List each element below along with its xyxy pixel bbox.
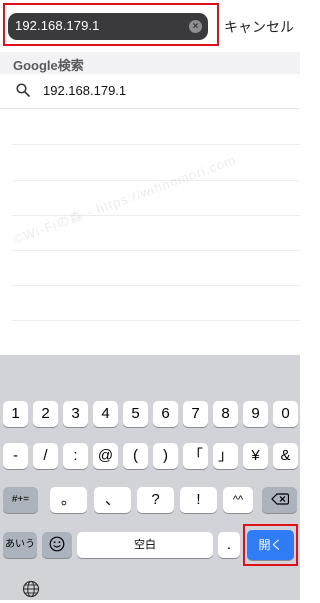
key-5[interactable]: 5 <box>123 401 148 427</box>
key-2[interactable]: 2 <box>33 401 58 427</box>
divider <box>12 250 300 251</box>
key-ampersand[interactable]: & <box>273 443 298 469</box>
kana-keyboard-key[interactable]: あいう <box>3 532 37 558</box>
keyboard <box>0 355 300 600</box>
key-period[interactable]: . <box>218 532 240 558</box>
symbols-shift-key[interactable]: #+= <box>3 487 38 513</box>
key-0[interactable]: 0 <box>273 401 298 427</box>
key-open-bracket[interactable]: 「 <box>183 443 208 469</box>
emoji-key[interactable] <box>42 532 72 558</box>
key-close-paren[interactable]: ) <box>153 443 178 469</box>
key-question[interactable]: ? <box>137 487 174 513</box>
divider <box>12 285 300 286</box>
key-4[interactable]: 4 <box>93 401 118 427</box>
space-key[interactable]: 空白 <box>77 532 213 558</box>
watermark: ©Wi-Fiの森 - https://wifinomori.com <box>11 152 239 247</box>
key-yen[interactable]: ¥ <box>243 443 268 469</box>
key-at[interactable]: @ <box>93 443 118 469</box>
key-ideographic-comma[interactable]: 、 <box>94 487 131 513</box>
divider <box>12 320 300 321</box>
cancel-button[interactable]: キャンセル <box>224 17 294 37</box>
key-6[interactable]: 6 <box>153 401 178 427</box>
key-kaomoji[interactable]: ^^ <box>223 487 253 513</box>
backspace-key[interactable] <box>262 487 297 513</box>
emoji-icon <box>49 536 65 552</box>
backspace-icon <box>270 493 289 505</box>
key-9[interactable]: 9 <box>243 401 268 427</box>
section-title: Google検索 <box>13 58 84 73</box>
key-colon[interactable]: : <box>63 443 88 469</box>
key-exclamation[interactable]: ! <box>180 487 217 513</box>
key-7[interactable]: 7 <box>183 401 208 427</box>
key-close-bracket[interactable]: 」 <box>213 443 238 469</box>
search-input[interactable]: 192.168.179.1 × <box>8 13 208 40</box>
search-input-value[interactable]: 192.168.179.1 <box>15 18 99 33</box>
search-bar: 192.168.179.1 × キャンセル <box>0 0 300 52</box>
suggestion-text: 192.168.179.1 <box>43 83 127 98</box>
search-icon <box>16 83 30 102</box>
key-hyphen[interactable]: - <box>3 443 28 469</box>
suggestion-section-header: Google検索 <box>0 52 300 74</box>
suggestion-item[interactable]: 192.168.179.1 <box>0 74 300 109</box>
key-ideographic-period[interactable]: 。 <box>50 487 87 513</box>
key-open-paren[interactable]: ( <box>123 443 148 469</box>
key-3[interactable]: 3 <box>63 401 88 427</box>
clear-icon[interactable]: × <box>189 20 202 33</box>
open-button[interactable]: 開く <box>247 530 294 560</box>
key-8[interactable]: 8 <box>213 401 238 427</box>
key-slash[interactable]: / <box>33 443 58 469</box>
key-1[interactable]: 1 <box>3 401 28 427</box>
